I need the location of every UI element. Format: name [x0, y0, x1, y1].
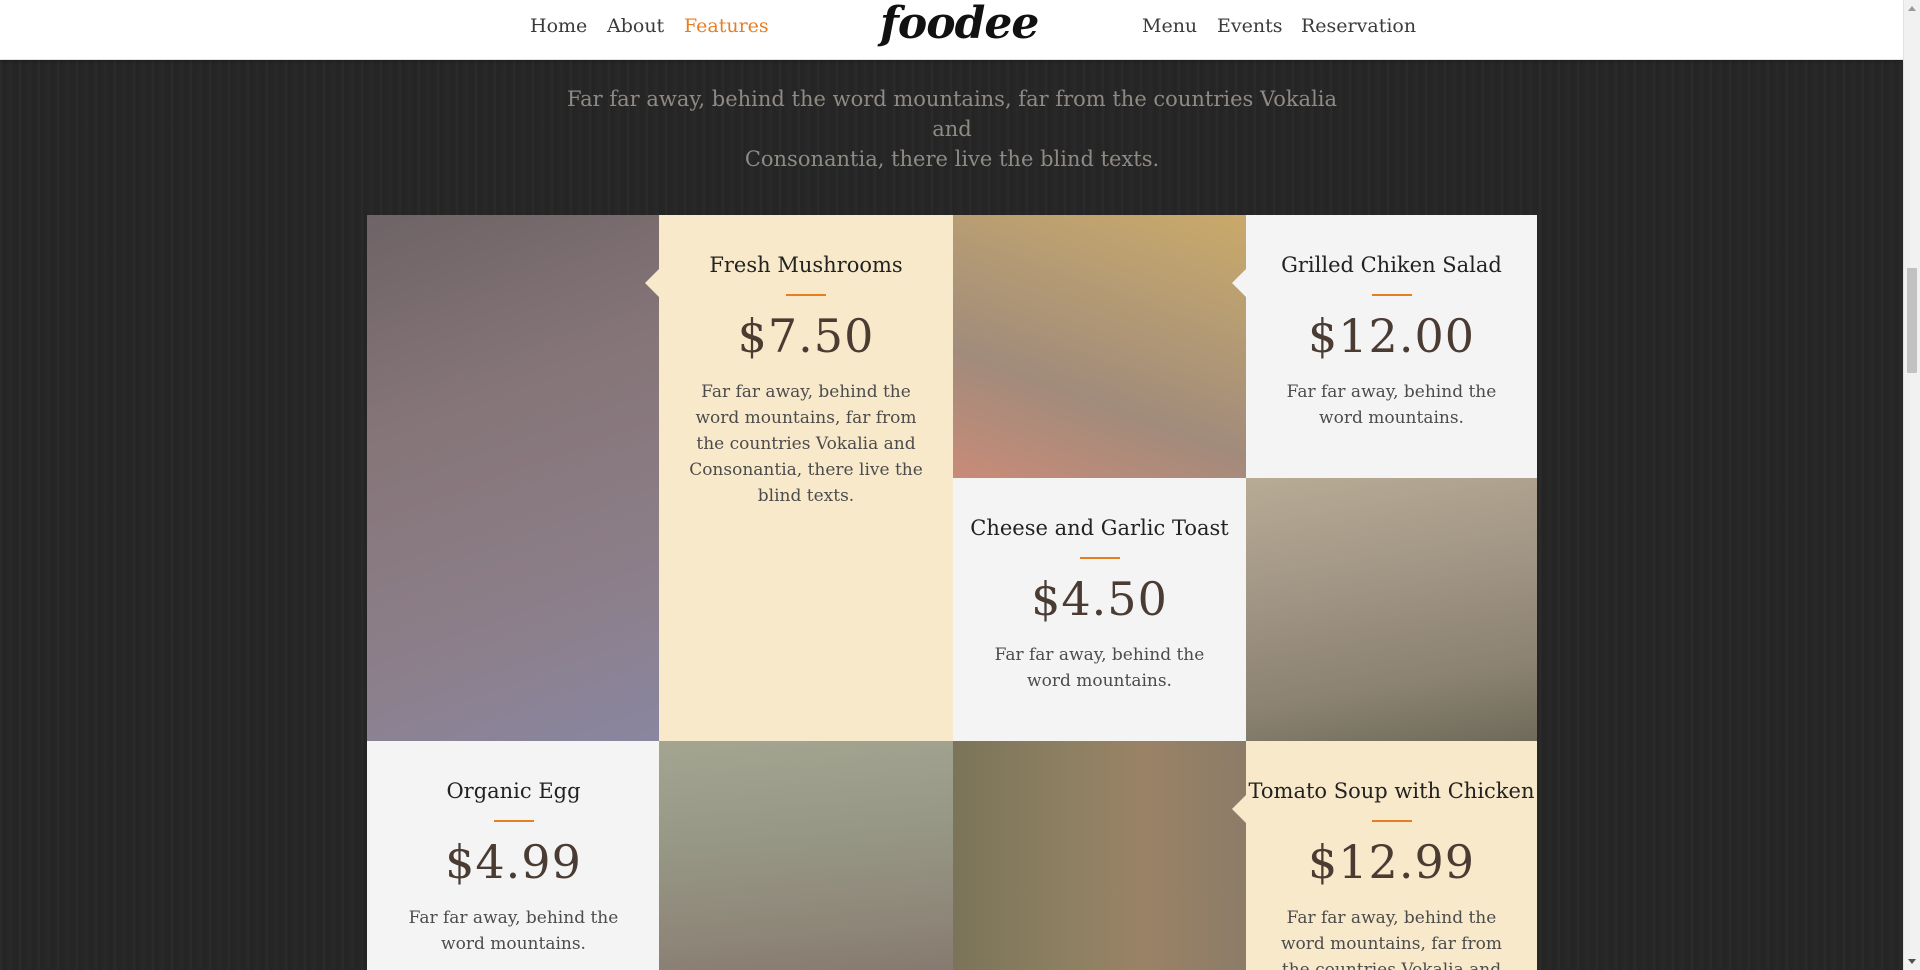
menu-item-title: Organic Egg [446, 779, 581, 803]
menu-item-title: Cheese and Garlic Toast [970, 516, 1229, 540]
menu-card-tomato-soup-chicken[interactable]: Tomato Soup with Chicken $12.99 Far far … [1232, 741, 1537, 970]
menu-item-title: Fresh Mushrooms [709, 253, 903, 277]
menu-item-description: Far far away, behind the word mountains,… [1280, 908, 1503, 970]
nav-link-events[interactable]: Events [1217, 15, 1282, 37]
menu-card-grilled-chiken-salad[interactable]: Grilled Chiken Salad $12.00 Far far away… [1232, 215, 1537, 478]
menu-item-price: $7.50 [737, 309, 875, 363]
card-pointer [645, 269, 659, 297]
nav-link-about[interactable]: About [607, 15, 664, 37]
menu-item-price: $12.99 [1308, 835, 1475, 889]
divider [1371, 294, 1412, 296]
card-pointer [1232, 795, 1246, 823]
page-scrollbar[interactable] [1903, 0, 1920, 970]
menu-item-description: Far far away, behind the word mountains. [1286, 382, 1497, 428]
brand-logo[interactable]: foodee [880, 0, 1039, 49]
menu-grid: Fresh Mushrooms $7.50 Far far away, behi… [367, 215, 1537, 970]
menu-item-description: Far far away, behind the word mountains. [408, 908, 619, 954]
nav-link-home[interactable]: Home [530, 15, 587, 37]
menu-item-title: Grilled Chiken Salad [1281, 253, 1502, 277]
mushroom-photo [367, 215, 660, 741]
section-intro-text: Far far away, behind the word mountains,… [560, 84, 1344, 174]
soup-photo [953, 741, 1246, 970]
menu-item-price: $4.50 [1031, 572, 1168, 626]
menu-item-description: Far far away, behind the word mountains. [994, 645, 1205, 691]
menu-item-description: Far far away, behind the word mountains,… [689, 382, 923, 506]
divider [786, 294, 826, 296]
scroll-up-icon[interactable] [1908, 6, 1916, 11]
menu-item-price: $12.00 [1308, 309, 1475, 363]
top-navbar: Home About Features foodee Menu Events R… [0, 0, 1904, 60]
divider [1079, 557, 1120, 559]
menu-card-organic-egg[interactable]: Organic Egg $4.99 Far far away, behind t… [367, 741, 674, 970]
nav-link-features[interactable]: Features [684, 15, 769, 37]
scroll-down-icon[interactable] [1908, 959, 1916, 964]
nav-link-menu[interactable]: Menu [1142, 15, 1197, 37]
menu-item-price: $4.99 [445, 835, 582, 889]
menu-item-title: Tomato Soup with Chicken [1248, 779, 1535, 803]
divider [1371, 820, 1412, 822]
intro-line-2: Consonantia, there live the blind texts. [744, 147, 1160, 171]
menu-card-fresh-mushrooms[interactable]: Fresh Mushrooms $7.50 Far far away, behi… [645, 215, 953, 741]
menu-card-cheese-garlic-toast[interactable]: Cheese and Garlic Toast $4.50 Far far aw… [953, 478, 1260, 741]
intro-line-1: Far far away, behind the word mountains,… [566, 87, 1338, 141]
divider [493, 820, 534, 822]
salad-photo [953, 215, 1246, 478]
card-pointer [1232, 269, 1246, 297]
scrollbar-thumb[interactable] [1907, 268, 1917, 373]
nav-link-reservation[interactable]: Reservation [1301, 15, 1416, 37]
egg-photo [659, 741, 953, 970]
toast-photo [1246, 478, 1537, 741]
